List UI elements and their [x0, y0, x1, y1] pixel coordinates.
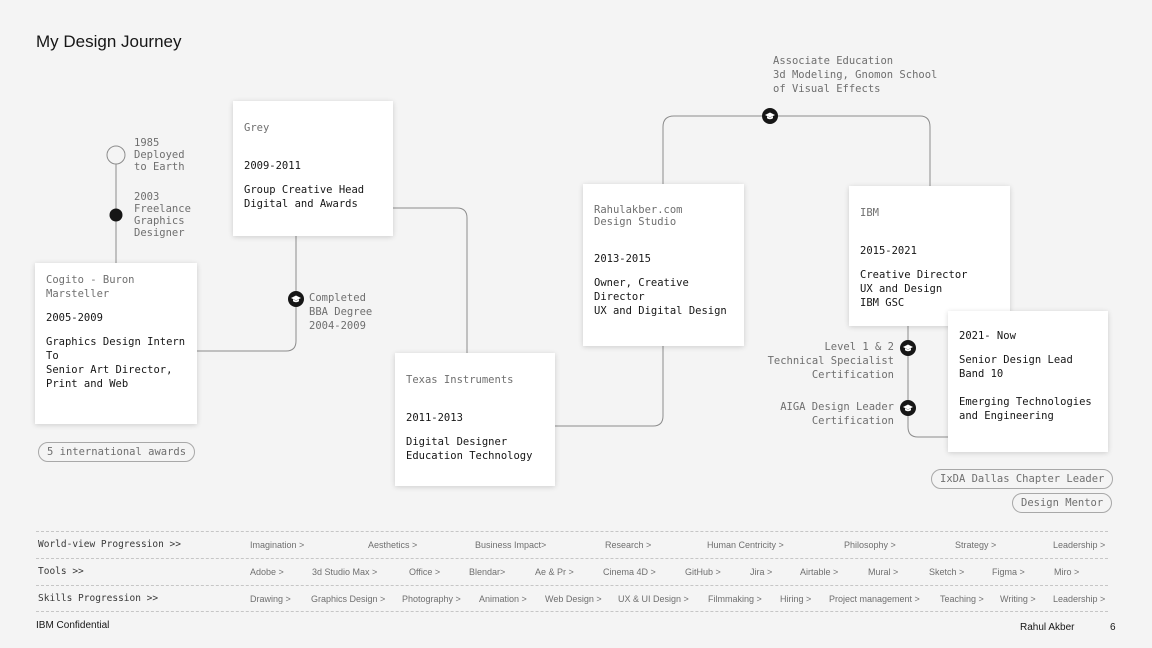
card-years: 2005-2009	[46, 312, 103, 324]
graduation-cap-icon	[288, 291, 304, 307]
row-item: GitHub >	[685, 567, 721, 577]
row-item: Jira >	[750, 567, 773, 577]
card-company: Rahulakber.com Design Studio	[594, 204, 683, 228]
row-item: Graphics Design >	[311, 594, 386, 604]
card-role: Graphics Design Intern To Senior Art Dir…	[46, 336, 186, 390]
card-role-secondary: Emerging Technologies and Engineering	[959, 396, 1092, 422]
row-item: Web Design >	[545, 594, 602, 604]
row-label: World-view Progression >>	[38, 539, 181, 550]
card-texas: Texas Instruments 2011-2013 Digital Desi…	[395, 353, 555, 486]
card-company: Grey	[244, 122, 270, 134]
milestone-2003: 2003 Freelance Graphics Designer	[134, 191, 191, 239]
skills-row: Skills Progression >> Drawing > Graphics…	[36, 585, 1108, 612]
row-item: Aesthetics >	[368, 540, 418, 550]
graduation-cap-icon	[900, 340, 916, 356]
card-years: 2015-2021	[860, 245, 917, 257]
row-item: Airtable >	[800, 567, 839, 577]
education-bba: Completed BBA Degree 2004-2009	[309, 292, 373, 332]
tools-row: Tools >> Adobe > 3d Studio Max > Office …	[36, 558, 1108, 585]
row-item: Teaching >	[940, 594, 984, 604]
connector-grey-texas	[393, 207, 468, 353]
graduation-cap-icon	[900, 400, 916, 416]
row-item: Business Impact>	[475, 540, 547, 550]
row-item: Writing >	[1000, 594, 1036, 604]
milestone-1985-marker	[106, 145, 126, 165]
card-company: Cogito - Buron Marsteller	[46, 274, 135, 300]
row-item: Hiring >	[780, 594, 812, 604]
card-years: 2011-2013	[406, 412, 463, 424]
connector-rahulakber-ibm	[662, 115, 931, 187]
card-current-role: 2021- Now Senior Design Lead Band 10 Eme…	[948, 311, 1108, 452]
page-number: 6	[1110, 622, 1116, 633]
row-item: Filmmaking >	[708, 594, 762, 604]
row-item: Research >	[605, 540, 652, 550]
row-item: Animation >	[479, 594, 527, 604]
ixda-badge: IxDA Dallas Chapter Leader	[931, 469, 1114, 489]
worldview-row: World-view Progression >> Imagination > …	[36, 531, 1108, 558]
row-item: Blendar>	[469, 567, 506, 577]
row-item: Drawing >	[250, 594, 291, 604]
card-grey: Grey 2009-2011 Group Creative Head Digit…	[233, 101, 393, 236]
row-item: UX & UI Design >	[618, 594, 689, 604]
education-associate: Associate Education 3d Modeling, Gnomon …	[773, 55, 938, 95]
confidential-label: IBM Confidential	[36, 620, 110, 631]
row-item: Human Centricity >	[707, 540, 784, 550]
connector-texas-rahulakber	[555, 346, 664, 427]
graduation-cap-icon	[762, 108, 778, 124]
row-item: 3d Studio Max >	[312, 567, 378, 577]
row-item: Miro >	[1054, 567, 1080, 577]
milestone-1985: 1985 Deployed to Earth	[134, 137, 185, 173]
row-label: Skills Progression >>	[38, 593, 159, 604]
education-aiga: AIGA Design Leader Certification	[780, 401, 894, 427]
mentor-badge: Design Mentor	[1012, 493, 1113, 513]
card-role: Senior Design Lead Band 10	[959, 354, 1073, 380]
milestone-2003-marker	[109, 208, 123, 222]
row-label: Tools >>	[38, 566, 84, 577]
row-item: Adobe >	[250, 567, 284, 577]
card-cogito: Cogito - Buron Marsteller 2005-2009 Grap…	[35, 263, 197, 424]
row-item: Leadership >	[1053, 594, 1106, 604]
education-technical-specialist: Level 1 & 2 Technical Specialist Certifi…	[767, 341, 894, 381]
card-rahulakber: Rahulakber.com Design Studio 2013-2015 O…	[583, 184, 744, 346]
card-company: Texas Instruments	[406, 374, 514, 386]
card-years: 2009-2011	[244, 160, 301, 172]
row-item: Project management >	[829, 594, 920, 604]
row-item: Mural >	[868, 567, 899, 577]
row-item: Imagination >	[250, 540, 305, 550]
card-role: Creative Director UX and Design IBM GSC	[860, 269, 968, 309]
row-item: Office >	[409, 567, 441, 577]
row-item: Photography >	[402, 594, 461, 604]
row-item: Ae & Pr >	[535, 567, 574, 577]
card-years: 2013-2015	[594, 253, 651, 265]
card-role: Owner, Creative Director UX and Digital …	[594, 277, 727, 317]
card-role: Digital Designer Education Technology	[406, 436, 533, 462]
row-item: Figma >	[992, 567, 1025, 577]
awards-badge: 5 international awards	[38, 442, 196, 462]
row-item: Philosophy >	[844, 540, 896, 550]
row-item: Sketch >	[929, 567, 965, 577]
card-years: 2021- Now	[959, 330, 1016, 342]
card-company: IBM	[860, 207, 879, 219]
connector-cogito-grey	[197, 236, 297, 352]
card-ibm: IBM 2015-2021 Creative Director UX and D…	[849, 186, 1010, 326]
row-item: Leadership >	[1053, 540, 1106, 550]
card-role: Group Creative Head Digital and Awards	[244, 184, 365, 210]
row-item: Cinema 4D >	[603, 567, 656, 577]
row-item: Strategy >	[955, 540, 997, 550]
author-name: Rahul Akber	[1020, 622, 1075, 633]
